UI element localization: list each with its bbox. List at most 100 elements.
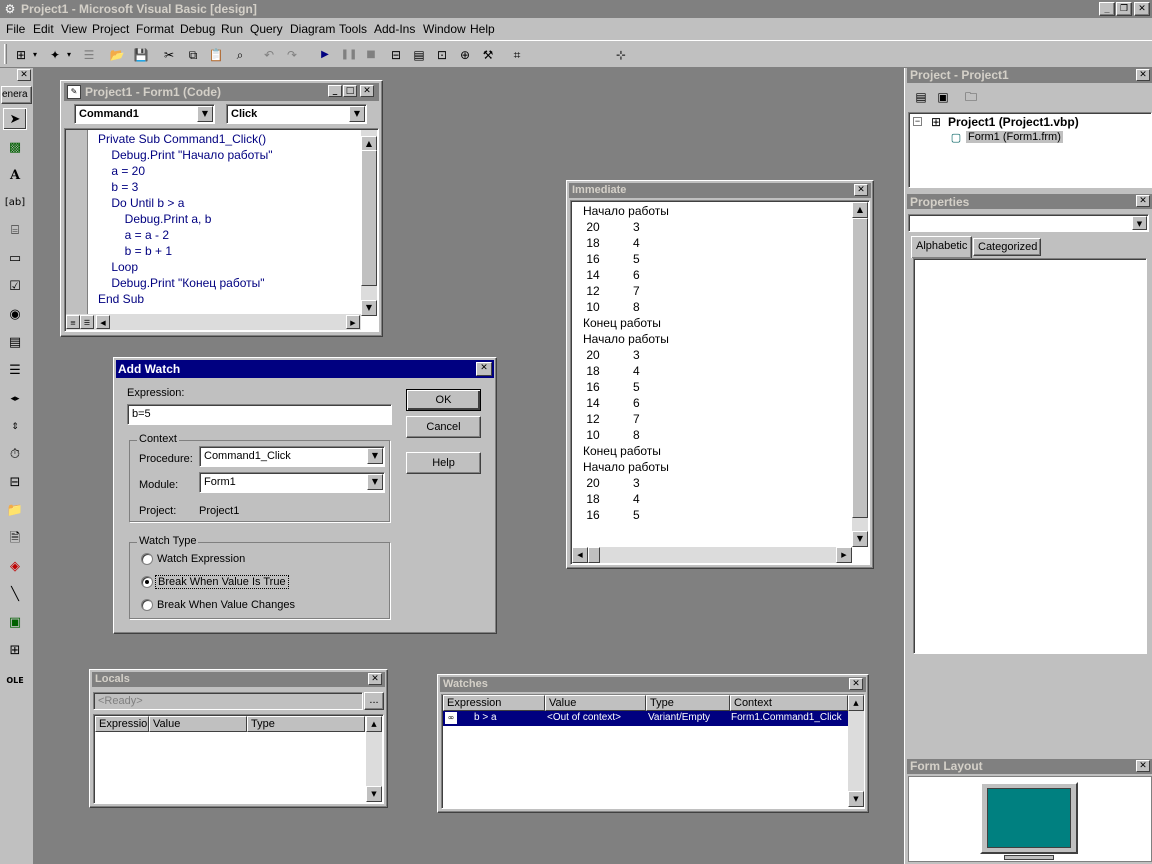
timer-tool-icon[interactable]: ⏱: [3, 444, 27, 466]
cancel-button[interactable]: Cancel: [406, 416, 481, 438]
scroll-down-icon[interactable]: ▼: [848, 791, 864, 807]
minimize-button[interactable]: _: [1099, 2, 1115, 16]
menu-diagram[interactable]: Diagram: [290, 22, 335, 36]
properties-grid[interactable]: [913, 258, 1147, 654]
object-combo[interactable]: Command1: [74, 104, 215, 124]
locals-col-value[interactable]: Value: [149, 716, 247, 732]
scroll-left-icon[interactable]: ◀: [96, 315, 110, 329]
break-when-true-label[interactable]: Break When Value Is True: [155, 575, 289, 589]
locals-col-expression[interactable]: Expressio: [95, 716, 149, 732]
scroll-right-icon[interactable]: ▶: [836, 547, 852, 563]
menu-project[interactable]: Project: [92, 22, 129, 36]
view-code-icon[interactable]: ▤: [912, 88, 930, 106]
menu-tools[interactable]: Tools: [339, 22, 367, 36]
view-object-icon[interactable]: ▣: [934, 88, 952, 106]
watch-expression-radio[interactable]: [141, 553, 153, 565]
ole-tool-icon[interactable]: OLE: [3, 670, 27, 692]
data-view-icon[interactable]: ⌗: [508, 46, 526, 64]
chevron-down-icon[interactable]: ▼: [349, 106, 365, 122]
chevron-down-icon[interactable]: ▼: [1132, 216, 1147, 230]
line-tool-icon[interactable]: ╲: [3, 584, 27, 606]
end-icon[interactable]: ■: [362, 46, 380, 64]
toggle-folders-icon[interactable]: 🗀: [962, 88, 980, 106]
immediate-hscrollbar[interactable]: [572, 547, 852, 563]
menu-run[interactable]: Run: [221, 22, 243, 36]
module-select[interactable]: Form1: [199, 472, 385, 493]
pointer-tool-icon[interactable]: ➤: [3, 108, 27, 130]
menu-file[interactable]: File: [6, 22, 25, 36]
app-icon[interactable]: ⚙: [2, 1, 18, 17]
form-node[interactable]: Form1 (Form1.frm): [966, 131, 1063, 143]
chevron-down-icon[interactable]: ▼: [197, 106, 213, 122]
immediate-close-icon[interactable]: ✕: [854, 184, 868, 196]
tree-collapse-icon[interactable]: −: [913, 117, 922, 126]
menu-query[interactable]: Query: [250, 22, 283, 36]
image-tool-icon[interactable]: ▣: [3, 612, 27, 634]
menu-window[interactable]: Window: [423, 22, 466, 36]
properties-window-icon[interactable]: ▤: [410, 46, 428, 64]
expression-input[interactable]: b=5: [127, 404, 392, 425]
toolbox-close-icon[interactable]: ✕: [17, 69, 31, 81]
scroll-thumb[interactable]: [852, 218, 868, 518]
dialog-close-icon[interactable]: ✕: [476, 362, 492, 376]
dropdown-arrow-icon[interactable]: ▾: [30, 46, 40, 64]
project-explorer-icon[interactable]: ⊟: [387, 46, 405, 64]
locals-col-type[interactable]: Type: [247, 716, 365, 732]
drivelistbox-tool-icon[interactable]: ⊟: [3, 472, 27, 494]
scroll-down-icon[interactable]: ▼: [366, 786, 382, 802]
commandbutton-tool-icon[interactable]: ▭: [3, 248, 27, 270]
chevron-down-icon[interactable]: ▼: [367, 474, 383, 490]
object-browser-icon[interactable]: ⊕: [456, 46, 474, 64]
find-icon[interactable]: ⌕: [231, 46, 249, 64]
add-project-icon[interactable]: ⊞: [12, 46, 30, 64]
full-module-view-icon[interactable]: ☰: [80, 315, 94, 329]
open-icon[interactable]: 📂: [108, 46, 126, 64]
menu-format[interactable]: Format: [136, 22, 174, 36]
locals-close-icon[interactable]: ✕: [368, 673, 382, 685]
optionbutton-tool-icon[interactable]: ◉: [3, 304, 27, 326]
menu-edit[interactable]: Edit: [33, 22, 54, 36]
chevron-down-icon[interactable]: ▼: [367, 448, 383, 464]
watch-row[interactable]: ∞ b > a <Out of context> Variant/Empty F…: [443, 711, 848, 726]
scroll-right-icon[interactable]: ▶: [346, 315, 360, 329]
code-minimize-icon[interactable]: _: [328, 85, 342, 97]
procedure-combo[interactable]: Click: [226, 104, 367, 124]
watches-col-type[interactable]: Type: [646, 695, 730, 711]
undo-icon[interactable]: ↶: [260, 46, 278, 64]
form-layout-close-icon[interactable]: ✕: [1136, 760, 1150, 772]
monitor-screen[interactable]: [987, 788, 1071, 848]
scroll-up-icon[interactable]: ▲: [852, 202, 868, 218]
restore-button[interactable]: ❐: [1116, 2, 1132, 16]
hscrollbar-tool-icon[interactable]: ◂▸: [3, 388, 27, 410]
combobox-tool-icon[interactable]: ▤: [3, 332, 27, 354]
tab-categorized[interactable]: Categorized: [973, 238, 1041, 256]
save-icon[interactable]: 💾: [132, 46, 150, 64]
menu-debug[interactable]: Debug: [180, 22, 215, 36]
help-button[interactable]: Help: [406, 452, 481, 474]
watches-col-expression[interactable]: Expression: [443, 695, 545, 711]
scroll-down-icon[interactable]: ▼: [361, 300, 377, 316]
procedure-view-icon[interactable]: ≡: [66, 315, 80, 329]
procedure-select[interactable]: Command1_Click: [199, 446, 385, 467]
properties-close-icon[interactable]: ✕: [1136, 195, 1150, 207]
add-form-icon[interactable]: ✦: [46, 46, 64, 64]
shape-tool-icon[interactable]: ◈: [3, 556, 27, 578]
watches-col-value[interactable]: Value: [545, 695, 646, 711]
scroll-left-icon[interactable]: ◀: [572, 547, 588, 563]
menu-addins[interactable]: Add-Ins: [374, 22, 415, 36]
scroll-down-icon[interactable]: ▼: [852, 531, 868, 547]
watches-col-context[interactable]: Context: [730, 695, 848, 711]
start-icon[interactable]: ▶: [316, 46, 334, 64]
watch-expression-label[interactable]: Watch Expression: [157, 553, 245, 565]
toolbox-tab[interactable]: enera: [1, 86, 32, 104]
watches-close-icon[interactable]: ✕: [849, 678, 863, 690]
checkbox-tool-icon[interactable]: ☑: [3, 276, 27, 298]
redo-icon[interactable]: ↷: [283, 46, 301, 64]
vscrollbar-tool-icon[interactable]: ⇕: [3, 416, 27, 438]
dropdown-arrow-icon[interactable]: ▾: [64, 46, 74, 64]
scroll-thumb[interactable]: [588, 547, 600, 563]
menu-view[interactable]: View: [61, 22, 87, 36]
break-when-changes-radio[interactable]: [141, 599, 153, 611]
locals-call-stack-button[interactable]: ...: [364, 692, 384, 710]
project-explorer-close-icon[interactable]: ✕: [1136, 69, 1150, 81]
